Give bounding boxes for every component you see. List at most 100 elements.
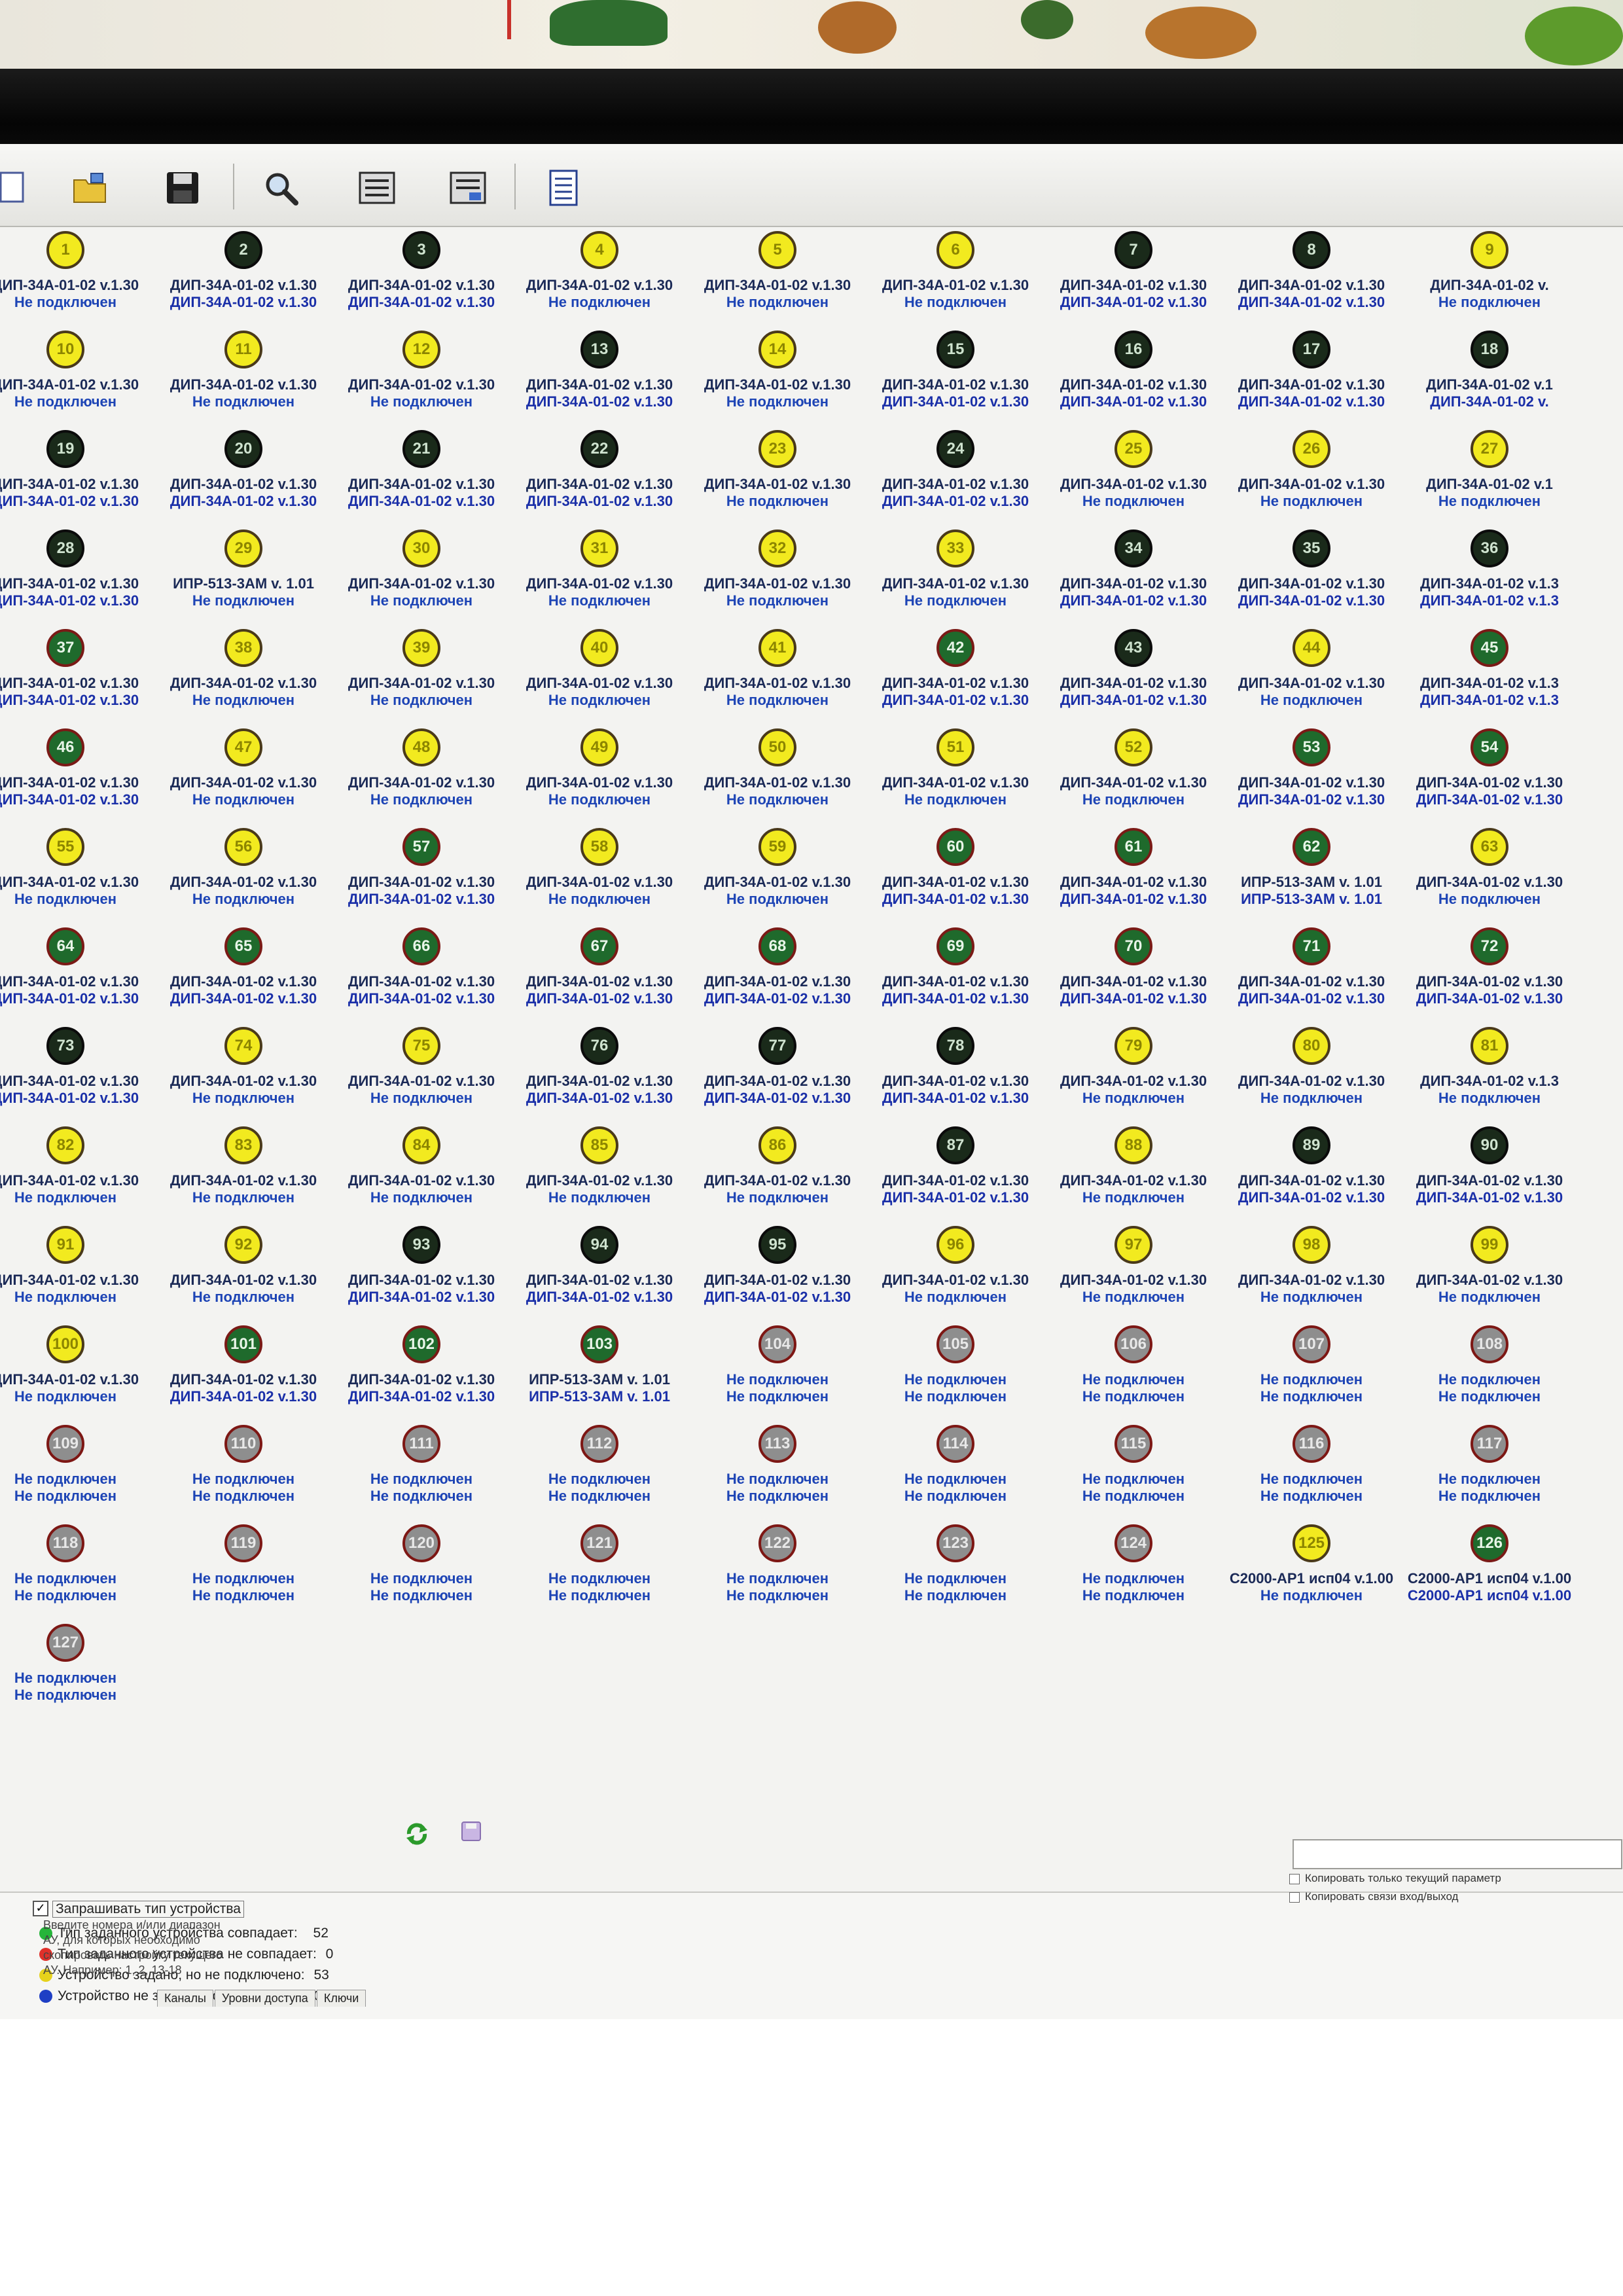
device-cell[interactable]: 10 ДИП-34А-01-02 v.1.30 Не подключен — [0, 331, 157, 429]
tab-keys[interactable]: Ключи — [316, 1990, 366, 2007]
device-cell[interactable]: 94 ДИП-34А-01-02 v.1.30 ДИП-34А-01-02 v.1.… — [508, 1226, 691, 1324]
device-status-icon[interactable]: 46 — [46, 728, 84, 766]
device-status-icon[interactable]: 52 — [1115, 728, 1152, 766]
device-status-icon[interactable]: 83 — [224, 1126, 262, 1164]
device-status-icon[interactable]: 114 — [936, 1425, 974, 1463]
device-cell[interactable]: 97 ДИП-34А-01-02 v.1.30 Не подключен — [1042, 1226, 1225, 1324]
device-cell[interactable]: 31 ДИП-34А-01-02 v.1.30 Не подключен — [508, 529, 691, 628]
device-status-icon[interactable]: 69 — [936, 927, 974, 965]
device-cell[interactable]: 49 ДИП-34А-01-02 v.1.30 Не подключен — [508, 728, 691, 827]
device-cell[interactable]: 119 Не подключен Не подключен — [152, 1524, 335, 1623]
device-status-icon[interactable]: 107 — [1293, 1325, 1330, 1363]
device-status-icon[interactable]: 60 — [936, 828, 974, 866]
device-list-icon[interactable] — [358, 169, 396, 207]
device-cell[interactable]: 127 Не подключен Не подключен — [0, 1624, 157, 1722]
device-status-icon[interactable]: 98 — [1293, 1226, 1330, 1264]
device-cell[interactable]: 17 ДИП-34А-01-02 v.1.30 ДИП-34А-01-02 v.1.… — [1220, 331, 1403, 429]
device-status-icon[interactable]: 89 — [1293, 1126, 1330, 1164]
device-status-icon[interactable]: 115 — [1115, 1425, 1152, 1463]
device-cell[interactable]: 21 ДИП-34А-01-02 v.1.30 ДИП-34А-01-02 v.1.… — [330, 430, 513, 528]
device-status-icon[interactable]: 35 — [1293, 529, 1330, 567]
device-status-icon[interactable]: 51 — [936, 728, 974, 766]
device-cell[interactable]: 60 ДИП-34А-01-02 v.1.30 ДИП-34А-01-02 v.1.… — [864, 828, 1047, 926]
device-cell[interactable]: 121 Не подключен Не подключен — [508, 1524, 691, 1623]
device-status-icon[interactable]: 75 — [402, 1027, 440, 1065]
device-cell[interactable]: 75 ДИП-34А-01-02 v.1.30 Не подключен — [330, 1027, 513, 1125]
device-cell[interactable]: 63 ДИП-34А-01-02 v.1.30 Не подключен — [1398, 828, 1581, 926]
device-status-icon[interactable]: 23 — [758, 430, 796, 468]
device-status-icon[interactable]: 41 — [758, 629, 796, 667]
device-status-icon[interactable]: 104 — [758, 1325, 796, 1363]
report-icon[interactable] — [545, 169, 583, 207]
device-status-icon[interactable]: 2 — [224, 231, 262, 269]
device-status-icon[interactable]: 30 — [402, 529, 440, 567]
device-status-icon[interactable]: 65 — [224, 927, 262, 965]
copy-current-param-option[interactable]: Копировать только текущий параметр — [1289, 1872, 1501, 1885]
save-small-icon[interactable] — [461, 1821, 482, 1845]
device-cell[interactable]: 15 ДИП-34А-01-02 v.1.30 ДИП-34А-01-02 v.1.… — [864, 331, 1047, 429]
device-status-icon[interactable]: 24 — [936, 430, 974, 468]
device-cell[interactable]: 96 ДИП-34А-01-02 v.1.30 Не подключен — [864, 1226, 1047, 1324]
device-status-icon[interactable]: 120 — [402, 1524, 440, 1562]
device-cell[interactable]: 70 ДИП-34А-01-02 v.1.30 ДИП-34А-01-02 v.1.… — [1042, 927, 1225, 1026]
device-cell[interactable]: 82 ДИП-34А-01-02 v.1.30 Не подключен — [0, 1126, 157, 1225]
tab-channels[interactable]: Каналы — [157, 1990, 213, 2007]
device-status-icon[interactable]: 21 — [402, 430, 440, 468]
query-type-checkbox[interactable]: ✓ — [33, 1901, 48, 1916]
device-cell[interactable]: 67 ДИП-34А-01-02 v.1.30 ДИП-34А-01-02 v.1.… — [508, 927, 691, 1026]
refresh-icon[interactable] — [404, 1821, 430, 1850]
device-status-icon[interactable]: 96 — [936, 1226, 974, 1264]
device-status-icon[interactable]: 44 — [1293, 629, 1330, 667]
device-cell[interactable]: 95 ДИП-34А-01-02 v.1.30 ДИП-34А-01-02 v.1.… — [686, 1226, 869, 1324]
device-status-icon[interactable]: 37 — [46, 629, 84, 667]
device-cell[interactable]: 79 ДИП-34А-01-02 v.1.30 Не подключен — [1042, 1027, 1225, 1125]
device-status-icon[interactable]: 11 — [224, 331, 262, 368]
device-status-icon[interactable]: 1 — [46, 231, 84, 269]
device-status-icon[interactable]: 10 — [46, 331, 84, 368]
device-status-icon[interactable]: 58 — [580, 828, 618, 866]
device-status-icon[interactable]: 3 — [402, 231, 440, 269]
device-cell[interactable]: 104 Не подключен Не подключен — [686, 1325, 869, 1424]
device-cell[interactable]: 93 ДИП-34А-01-02 v.1.30 ДИП-34А-01-02 v.1.… — [330, 1226, 513, 1324]
device-cell[interactable]: 102 ДИП-34А-01-02 v.1.30 ДИП-34А-01-02 v.1… — [330, 1325, 513, 1424]
device-cell[interactable]: 62 ИПР-513-3АМ v. 1.01 ИПР-513-3АМ v. 1.01 — [1220, 828, 1403, 926]
device-status-icon[interactable]: 76 — [580, 1027, 618, 1065]
device-status-icon[interactable]: 43 — [1115, 629, 1152, 667]
device-status-icon[interactable]: 103 — [580, 1325, 618, 1363]
device-cell[interactable]: 56 ДИП-34А-01-02 v.1.30 Не подключен — [152, 828, 335, 926]
device-cell[interactable]: 106 Не подключен Не подключен — [1042, 1325, 1225, 1424]
device-cell[interactable]: 24 ДИП-34А-01-02 v.1.30 ДИП-34А-01-02 v.1.… — [864, 430, 1047, 528]
device-status-icon[interactable]: 124 — [1115, 1524, 1152, 1562]
device-cell[interactable]: 72 ДИП-34А-01-02 v.1.30 ДИП-34А-01-02 v.1.… — [1398, 927, 1581, 1026]
device-cell[interactable]: 52 ДИП-34А-01-02 v.1.30 Не подключен — [1042, 728, 1225, 827]
device-status-icon[interactable]: 14 — [758, 331, 796, 368]
device-cell[interactable]: 91 ДИП-34А-01-02 v.1.30 Не подключен — [0, 1226, 157, 1324]
device-status-icon[interactable]: 86 — [758, 1126, 796, 1164]
device-cell[interactable]: 123 Не подключен Не подключен — [864, 1524, 1047, 1623]
device-cell[interactable]: 80 ДИП-34А-01-02 v.1.30 Не подключен — [1220, 1027, 1403, 1125]
device-status-icon[interactable]: 73 — [46, 1027, 84, 1065]
device-cell[interactable]: 77 ДИП-34А-01-02 v.1.30 ДИП-34А-01-02 v.1.… — [686, 1027, 869, 1125]
device-cell[interactable]: 14 ДИП-34А-01-02 v.1.30 Не подключен — [686, 331, 869, 429]
device-cell[interactable]: 51 ДИП-34А-01-02 v.1.30 Не подключен — [864, 728, 1047, 827]
device-status-icon[interactable]: 39 — [402, 629, 440, 667]
device-status-icon[interactable]: 32 — [758, 529, 796, 567]
device-status-icon[interactable]: 74 — [224, 1027, 262, 1065]
device-status-icon[interactable]: 47 — [224, 728, 262, 766]
device-status-icon[interactable]: 26 — [1293, 430, 1330, 468]
device-status-icon[interactable]: 16 — [1115, 331, 1152, 368]
open-folder-icon[interactable] — [71, 169, 109, 207]
device-cell[interactable]: 57 ДИП-34А-01-02 v.1.30 ДИП-34А-01-02 v.1.… — [330, 828, 513, 926]
device-status-icon[interactable]: 68 — [758, 927, 796, 965]
device-status-icon[interactable]: 15 — [936, 331, 974, 368]
device-status-icon[interactable]: 100 — [46, 1325, 84, 1363]
device-cell[interactable]: 45 ДИП-34А-01-02 v.1.3 ДИП-34А-01-02 v.1.3 — [1398, 629, 1581, 727]
device-cell[interactable]: 89 ДИП-34А-01-02 v.1.30 ДИП-34А-01-02 v.1.… — [1220, 1126, 1403, 1225]
device-cell[interactable]: 7 ДИП-34А-01-02 v.1.30 ДИП-34А-01-02 v.1.3… — [1042, 231, 1225, 329]
device-status-icon[interactable]: 38 — [224, 629, 262, 667]
device-cell[interactable]: 76 ДИП-34А-01-02 v.1.30 ДИП-34А-01-02 v.1.… — [508, 1027, 691, 1125]
device-status-icon[interactable]: 118 — [46, 1524, 84, 1562]
device-cell[interactable]: 50 ДИП-34А-01-02 v.1.30 Не подключен — [686, 728, 869, 827]
save-icon[interactable] — [164, 169, 202, 207]
device-status-icon[interactable]: 42 — [936, 629, 974, 667]
